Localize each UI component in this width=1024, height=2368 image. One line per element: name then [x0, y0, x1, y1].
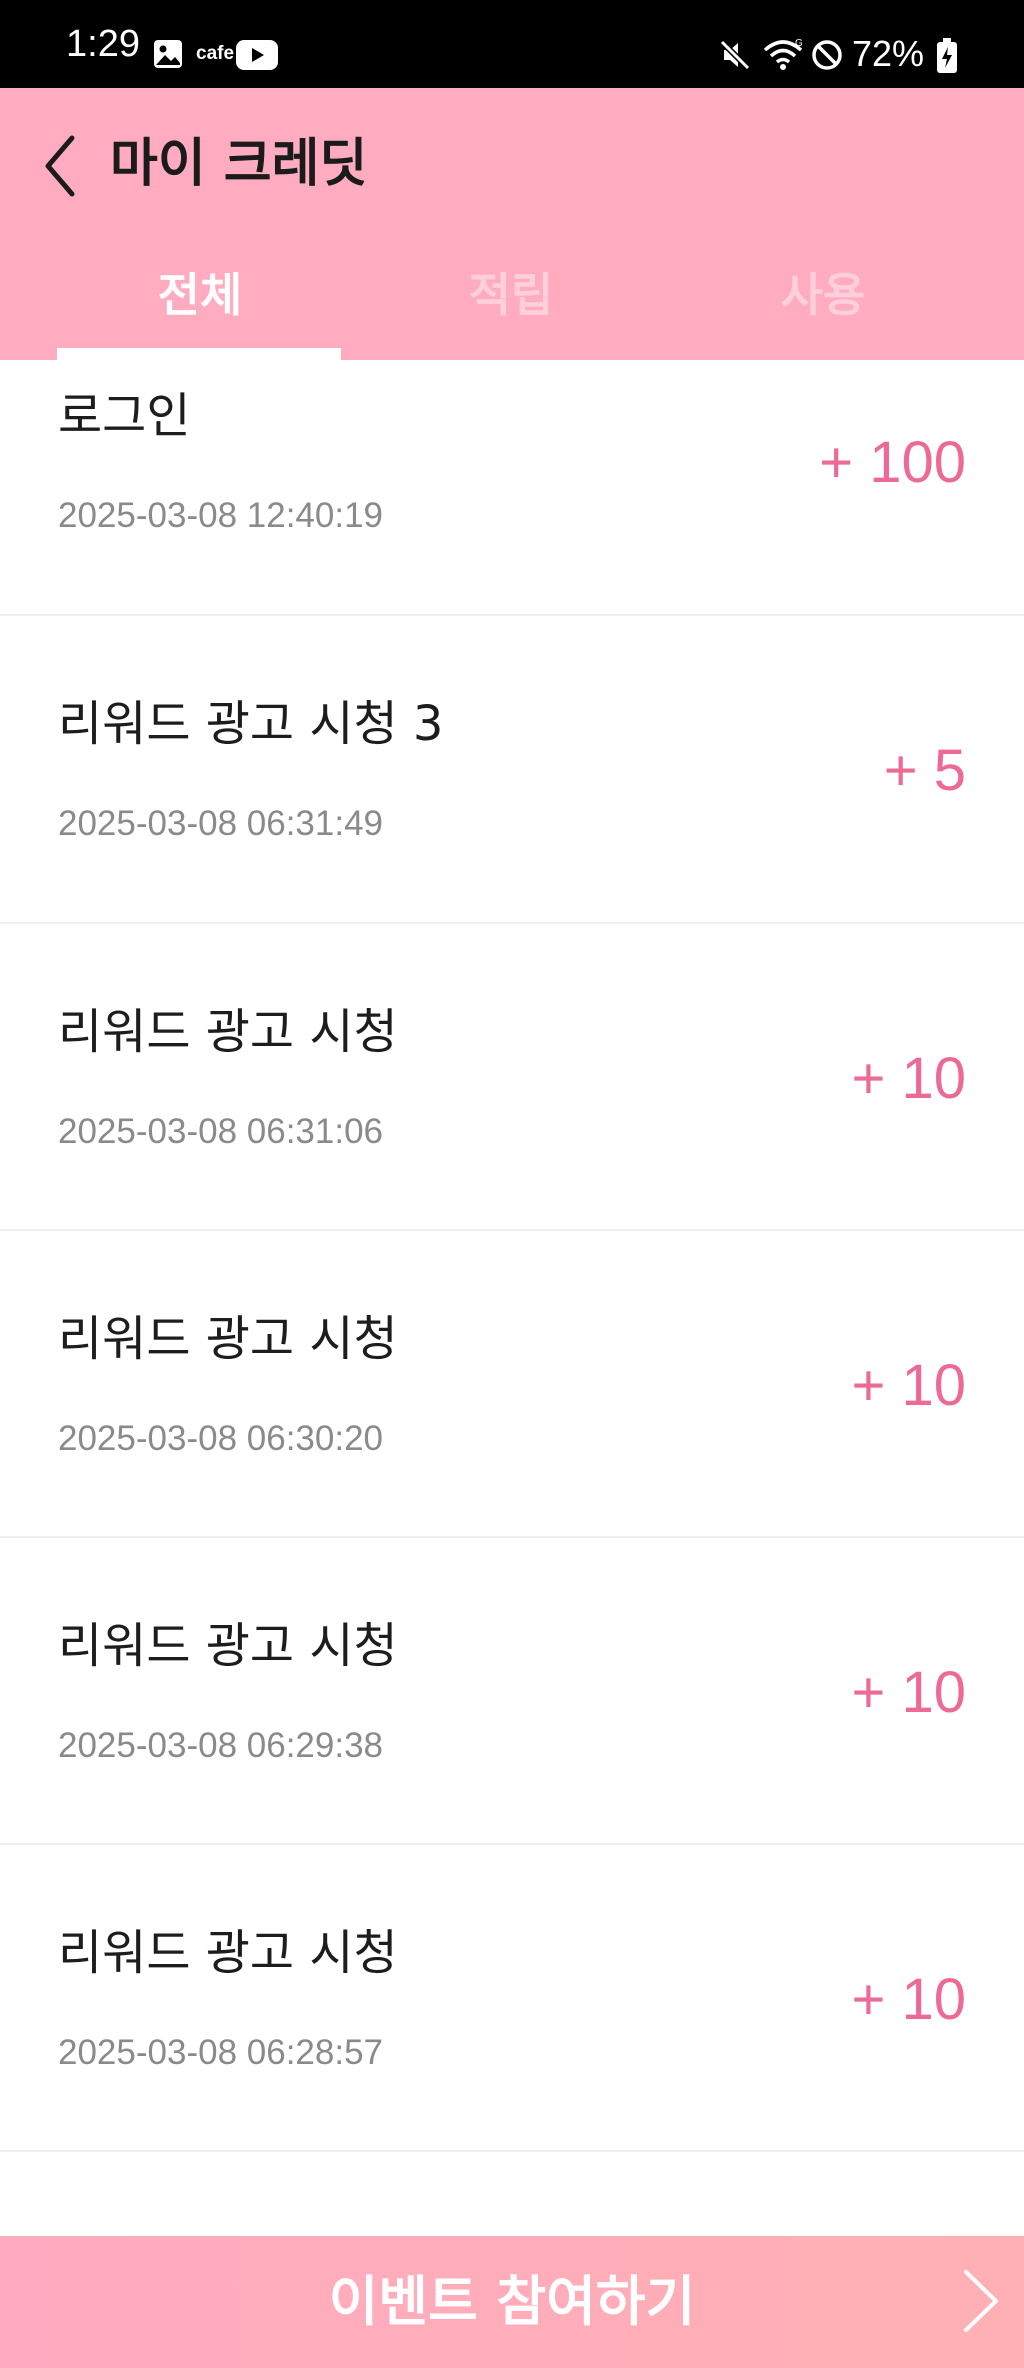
svg-text:G: G: [795, 38, 803, 49]
event-participate-button[interactable]: 이벤트 참여하기: [0, 2236, 1024, 2368]
item-title: 로그인: [58, 388, 191, 444]
item-title: 리워드 광고 시청: [58, 1925, 398, 1981]
item-title: 리워드 광고 시청 3: [58, 696, 444, 752]
item-amount: + 10: [851, 1967, 967, 2032]
item-date: 2025-03-08 06:29:38: [58, 1726, 383, 1765]
list-item: 리워드 광고 시청 2025-03-08 06:29:38 + 10: [0, 1538, 1024, 1845]
item-amount: + 10: [851, 1046, 967, 1111]
app-header: 마이 크레딧 전체 적립 사용: [0, 88, 1024, 360]
item-title: 리워드 광고 시청: [58, 1004, 398, 1060]
list-item: 리워드 광고 시청 2025-03-08 06:28:57 + 10: [0, 1845, 1024, 2152]
list-item: 로그인 2025-03-08 12:40:19 + 100: [0, 360, 1024, 616]
chevron-right-icon: [964, 2270, 998, 2332]
item-amount: + 5: [883, 738, 966, 803]
battery-percent: 72%: [852, 33, 925, 74]
item-title: 리워드 광고 시청: [58, 1311, 398, 1367]
item-date: 2025-03-08 06:30:20: [58, 1419, 383, 1458]
status-bar: 1:29 cafe G 72%: [0, 0, 1024, 88]
list-item: 리워드 광고 시청 3 2025-03-08 06:31:49 + 5: [0, 616, 1024, 924]
block-icon: [812, 40, 842, 70]
mute-icon: [719, 39, 751, 71]
item-amount: + 10: [851, 1660, 967, 1725]
youtube-icon: [236, 40, 278, 70]
page-title: 마이 크레딧: [110, 134, 368, 194]
credit-list[interactable]: 로그인 2025-03-08 12:40:19 + 100 리워드 광고 시청 …: [0, 360, 1024, 2236]
wifi-icon: G: [763, 38, 803, 70]
status-time: 1:29: [66, 23, 140, 65]
cafe-app-icon: cafe: [196, 43, 235, 64]
item-title: 리워드 광고 시청: [58, 1618, 398, 1674]
item-date: 2025-03-08 06:28:57: [58, 2033, 383, 2072]
item-amount: + 100: [819, 430, 966, 495]
tab-all[interactable]: 전체: [55, 248, 345, 360]
back-button[interactable]: [30, 116, 90, 216]
event-label: 이벤트 참여하기: [328, 2270, 696, 2333]
tab-use[interactable]: 사용: [678, 248, 968, 360]
tab-indicator: [57, 348, 341, 360]
list-item: 리워드 광고 시청 2025-03-08 06:31:06 + 10: [0, 924, 1024, 1231]
battery-icon: [937, 38, 957, 73]
item-date: 2025-03-08 06:31:06: [58, 1112, 383, 1151]
item-amount: + 10: [851, 1353, 967, 1418]
item-date: 2025-03-08 12:40:19: [58, 496, 383, 535]
list-item: 리워드 광고 시청 2025-03-08 06:30:20 + 10: [0, 1231, 1024, 1538]
tab-bar: 전체 적립 사용: [0, 248, 1024, 360]
item-date: 2025-03-08 06:31:49: [58, 804, 383, 843]
chevron-left-icon: [45, 135, 75, 197]
gallery-icon: [154, 40, 182, 68]
tab-earn[interactable]: 적립: [366, 248, 656, 360]
